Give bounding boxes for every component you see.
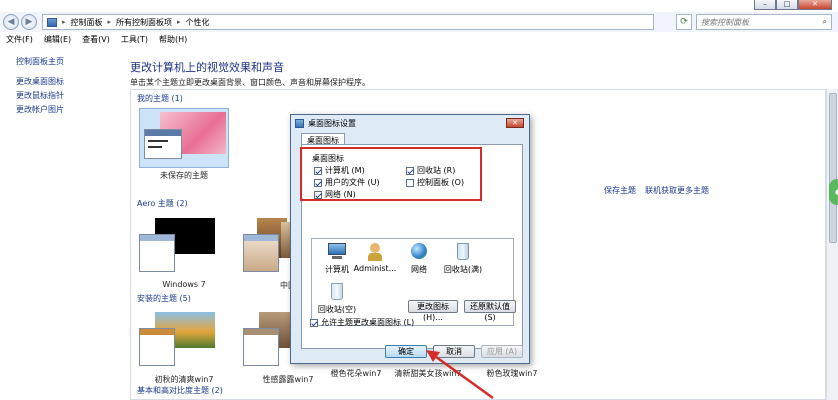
arrow-shaft (431, 352, 494, 400)
annotation-arrow (426, 350, 494, 400)
personalization-window: – □ ✕ ◀ ▶ ▸ 控制面板 ▸ 所有控制面板项 ▸ 个性化 ⟳ 搜索控制面… (0, 0, 838, 400)
arrow-head (426, 350, 440, 362)
